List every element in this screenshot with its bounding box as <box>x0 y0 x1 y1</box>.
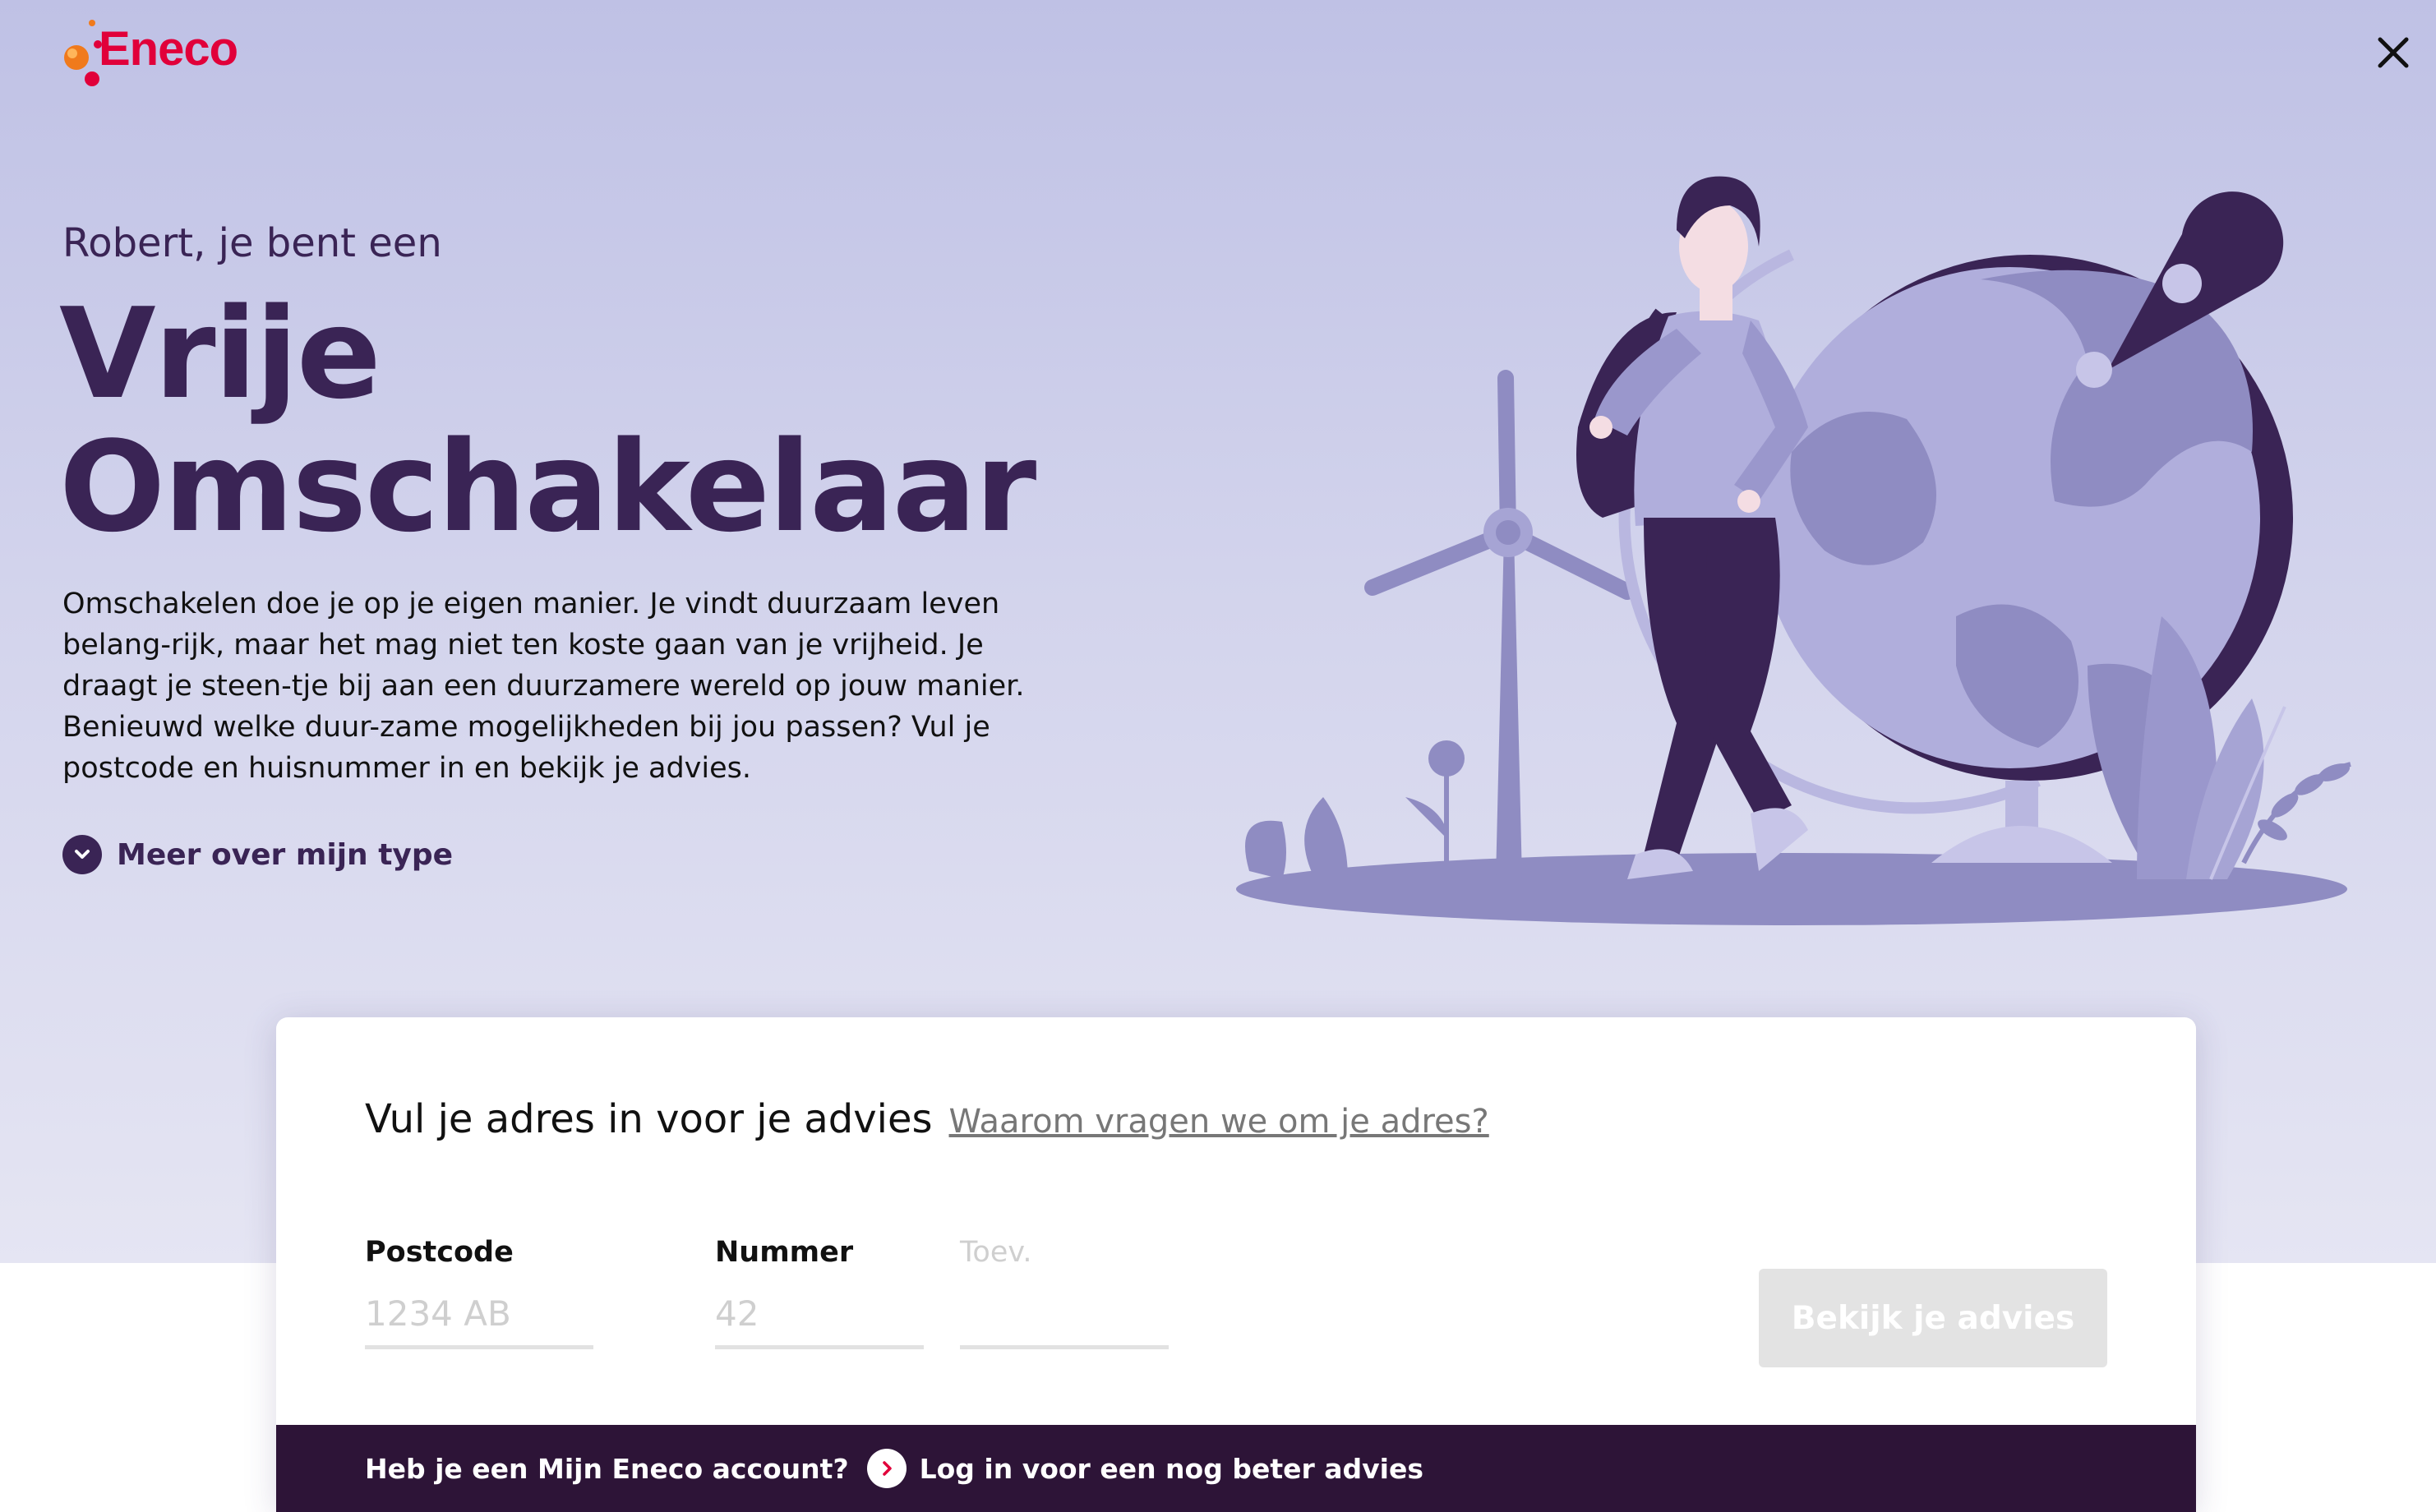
login-link-label: Log in voor een nog beter advies <box>919 1452 1423 1485</box>
more-about-type-label: Meer over mijn type <box>117 837 454 872</box>
type-description: Omschakelen doe je op je eigen manier. J… <box>62 588 1025 785</box>
postcode-input[interactable] <box>365 1293 593 1349</box>
personality-type-title: Vrije Omschakelaar <box>59 288 1128 554</box>
more-about-type-link[interactable]: Meer over mijn type <box>62 833 453 876</box>
greeting: Robert, je bent een <box>62 220 442 266</box>
house-number-input[interactable] <box>715 1293 924 1349</box>
eneco-logo[interactable]: Eneco <box>61 16 242 90</box>
house-number-label: Nummer <box>715 1236 854 1269</box>
chevron-right-icon <box>866 1449 907 1488</box>
logo-bubbles-icon <box>64 20 102 86</box>
close-icon <box>2378 37 2409 68</box>
type-title-line-2: Omschakelaar <box>59 414 1036 560</box>
login-question: Heb je een Mijn Eneco account? <box>365 1452 849 1485</box>
type-title-line-1: Vrije <box>59 281 381 426</box>
login-bar: Heb je een Mijn Eneco account? Log in vo… <box>276 1425 2196 1512</box>
addition-input[interactable] <box>960 1293 1169 1349</box>
chevron-down-icon <box>62 835 102 874</box>
why-address-link[interactable]: Waarom vragen we om je adres? <box>949 1103 1489 1141</box>
postcode-field: Postcode <box>365 1236 593 1349</box>
close-button[interactable] <box>2367 26 2420 79</box>
login-link[interactable]: Log in voor een nog beter advies <box>866 1449 1423 1488</box>
person-figure <box>1576 176 1808 879</box>
address-card-heading: Vul je adres in voor je advies Waarom vr… <box>365 1096 1489 1142</box>
address-card: Vul je adres in voor je advies Waarom vr… <box>276 1017 2196 1512</box>
traveler-globe-illustration <box>1236 176 2351 925</box>
view-advice-button[interactable]: Bekijk je advies <box>1759 1269 2107 1367</box>
house-number-field: Nummer <box>715 1236 924 1349</box>
addition-label: Toev. <box>960 1236 1032 1269</box>
globe <box>1759 255 2293 781</box>
addition-field: Toev. <box>960 1236 1169 1349</box>
postcode-label: Postcode <box>365 1236 514 1269</box>
address-card-title: Vul je adres in voor je advies <box>365 1096 933 1142</box>
logo-wordmark: Eneco <box>99 22 238 76</box>
